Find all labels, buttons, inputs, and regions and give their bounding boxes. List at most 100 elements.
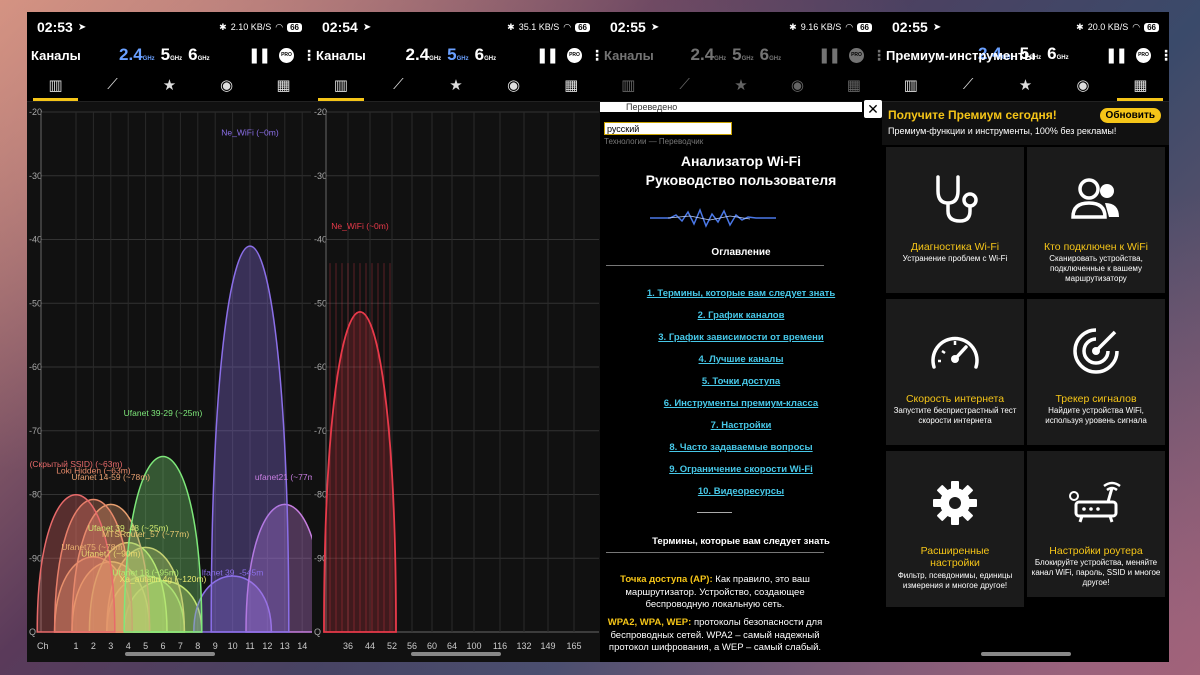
tab-time-graph[interactable]: ⟋ — [370, 68, 428, 101]
toc-link[interactable]: 2. График каналов — [600, 310, 882, 332]
tab-time-graph[interactable]: ⟋ — [939, 68, 996, 101]
band-24-button[interactable]: 2.4GHz — [406, 45, 442, 65]
pause-button[interactable]: ❚❚ — [818, 46, 841, 64]
tab-channel-graph[interactable]: ▥ — [312, 68, 370, 101]
gesture-bar[interactable] — [980, 652, 1071, 656]
tool-internet-speed[interactable]: Скорость интернета Запустите беспристрас… — [886, 299, 1024, 445]
phone-screenshots: 02:53 ➤ ✱ 2.10 KB/S ◠ 66 Каналы 2.4GHz 5… — [27, 12, 1169, 662]
band-5-button[interactable]: 5GHz — [732, 45, 753, 65]
more-menu-icon[interactable]: ⋮ — [872, 47, 882, 64]
promo-heading: Получите Премиум сегодня! — [888, 108, 1057, 122]
line-chart-icon: ⟋ — [679, 76, 690, 93]
tab-channel-rating[interactable]: ★ — [141, 68, 198, 101]
toc-link[interactable]: 5. Точки доступа — [600, 376, 882, 398]
wifi-waveform-logo — [650, 207, 776, 228]
tab-tools[interactable]: ▦ — [1112, 68, 1169, 101]
x-tick-label: 11 — [245, 641, 254, 651]
band-5-button[interactable]: 5GHz — [447, 45, 468, 65]
y-tick-label: Q — [314, 627, 321, 637]
more-menu-icon[interactable]: ⋮ — [1159, 47, 1169, 64]
tool-advanced-settings[interactable]: Расширенные настройки Фильтр, псевдонимы… — [886, 451, 1024, 607]
pause-button[interactable]: ❚❚ — [536, 46, 559, 64]
battery-level: 66 — [287, 22, 302, 32]
stars-icon: ★ — [1018, 76, 1033, 94]
upgrade-button[interactable]: Обновить — [1099, 108, 1161, 123]
tab-time-graph[interactable]: ⟋ — [656, 68, 712, 101]
app-bar: Каналы 2.4GHz 5GHz 6GHz ❚❚ PRO ⋮ — [600, 42, 882, 68]
tab-channel-graph[interactable]: ▥ — [882, 68, 939, 101]
tool-router-settings[interactable]: Настройки роутера Блокируйте устройства,… — [1027, 451, 1165, 597]
tab-time-graph[interactable]: ⟋ — [84, 68, 141, 101]
y-tick-label: -60 — [314, 362, 327, 372]
pause-button[interactable]: ❚❚ — [248, 46, 271, 64]
network-label: ufanet21 (~77m — [255, 472, 312, 482]
tab-access-points[interactable]: ◉ — [198, 68, 255, 101]
tab-tools[interactable]: ▦ — [542, 68, 600, 101]
band-6-button[interactable]: 6GHz — [760, 45, 781, 65]
tool-desc: Блокируйте устройства, меняйте канал WiF… — [1031, 558, 1161, 587]
tab-bar: ▥ ⟋ ★ ◉ ▦ — [882, 68, 1169, 102]
toc-link[interactable]: 3. График зависимости от времени — [600, 332, 882, 354]
toc-link[interactable]: 6. Инструменты премиум-класса — [600, 398, 882, 420]
tab-tools[interactable]: ▦ — [826, 68, 882, 101]
channel-graph-svg: -20-30-40-50-60-70-80-90QXa_autatin 4g (… — [29, 107, 312, 651]
band-6-button[interactable]: 6GHz — [1047, 44, 1068, 64]
tab-tools[interactable]: ▦ — [255, 68, 312, 101]
x-tick-label: 60 — [427, 641, 437, 651]
language-select[interactable]: русский — [604, 122, 732, 135]
network-label: Ufanet 18 (~95m) — [112, 567, 179, 577]
band-5-button[interactable]: 5GHz — [161, 45, 182, 65]
toc-link[interactable]: 7. Настройки — [600, 420, 882, 442]
x-tick-label: 13 — [280, 641, 290, 651]
tool-signal-tracker[interactable]: Трекер сигналов Найдите устройства WiFi,… — [1027, 299, 1165, 445]
tab-channel-rating[interactable]: ★ — [713, 68, 769, 101]
pro-badge[interactable]: PRO — [1136, 47, 1151, 63]
close-icon[interactable]: ✕ — [864, 100, 882, 118]
guide-title: Анализатор Wi-Fi Руководство пользовател… — [600, 152, 882, 190]
gesture-bar[interactable] — [124, 652, 215, 656]
net-speed: 35.1 KB/S — [518, 22, 560, 32]
tab-access-points[interactable]: ◉ — [485, 68, 543, 101]
pro-badge[interactable]: PRO — [278, 47, 294, 63]
toc-link[interactable]: 10. Видеоресурсы — [600, 486, 882, 508]
clock: 02:53 — [37, 19, 73, 35]
bluetooth-icon: ✱ — [1076, 21, 1084, 32]
x-tick-label: 64 — [447, 641, 457, 651]
band-6-button[interactable]: 6GHz — [475, 45, 496, 65]
pause-button[interactable]: ❚❚ — [1105, 46, 1128, 64]
pro-badge[interactable]: PRO — [566, 47, 582, 63]
line-chart-icon: ⟋ — [962, 76, 974, 93]
tab-access-points[interactable]: ◉ — [1054, 68, 1111, 101]
x-tick-label: 36 — [343, 641, 353, 651]
gesture-bar[interactable] — [411, 652, 501, 656]
more-menu-icon[interactable]: ⋮ — [590, 47, 600, 64]
tab-channel-rating[interactable]: ★ — [427, 68, 485, 101]
toc-link[interactable]: 8. Часто задаваемые вопросы — [600, 442, 882, 464]
term-access-point: Точка доступа (AP): Как правило, это ваш… — [606, 574, 824, 612]
screen-title: Каналы — [604, 47, 654, 63]
tab-channel-graph[interactable]: ▥ — [27, 68, 84, 101]
toc-link[interactable]: 1. Термины, которые вам следует знать — [600, 288, 882, 310]
tab-access-points[interactable]: ◉ — [769, 68, 825, 101]
x-tick-label: 12 — [262, 641, 272, 651]
x-axis-title: Ch — [37, 641, 49, 651]
band-6-button[interactable]: 6GHz — [188, 45, 209, 65]
tool-connected-devices[interactable]: Кто подключен к WiFi Сканировать устройс… — [1027, 147, 1165, 293]
more-menu-icon[interactable]: ⋮ — [302, 47, 312, 64]
term-name: Точка доступа (AP): — [620, 574, 713, 585]
band-24-button[interactable]: 2.4GHz — [119, 45, 155, 65]
tool-name: Расширенные настройки — [920, 545, 990, 569]
band-24-button[interactable]: 2.4GHz — [691, 45, 727, 65]
tab-channel-graph[interactable]: ▥ — [600, 68, 656, 101]
speedometer-icon — [931, 336, 979, 369]
pro-badge[interactable]: PRO — [848, 47, 864, 63]
antenna-icon: ◉ — [1076, 76, 1090, 94]
stethoscope-icon — [936, 175, 978, 223]
phone-channels-5ghz: 02:54 ➤ ✱ 35.1 KB/S ◠ 66 Каналы 2.4GHz 5… — [312, 12, 600, 662]
toc-link[interactable]: 9. Ограничение скорости Wi-Fi — [600, 464, 882, 486]
network-label: Ufanet75 (~78m) — [61, 542, 125, 552]
tool-wifi-diagnostics[interactable]: Диагностика Wi-Fi Устранение проблем с W… — [886, 147, 1024, 293]
tab-channel-rating[interactable]: ★ — [997, 68, 1054, 101]
section-heading: Термины, которые вам следует знать — [652, 536, 830, 547]
toc-link[interactable]: 4. Лучшие каналы — [600, 354, 882, 376]
